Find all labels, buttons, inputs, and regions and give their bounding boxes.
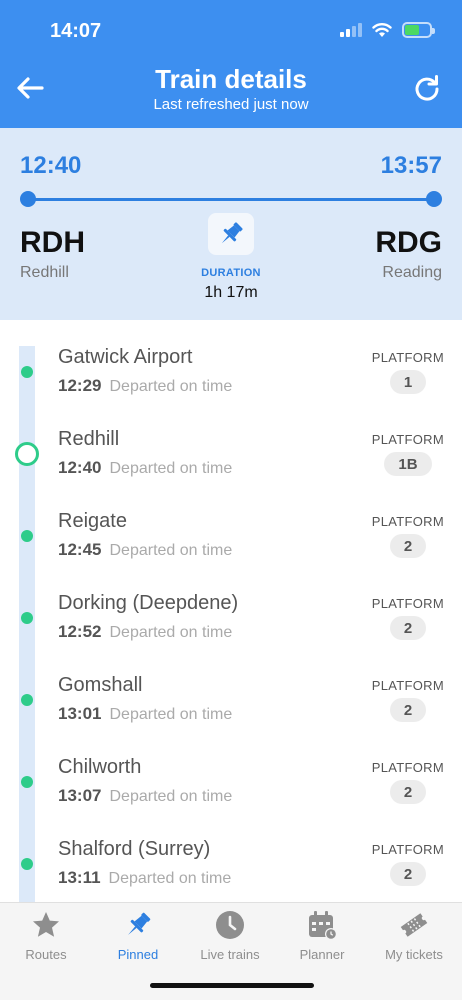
origin-code: RDH [20, 226, 85, 259]
pin-icon [128, 912, 151, 935]
stop-row[interactable]: Dorking (Deepdene) 12:52 Departed on time… [0, 566, 462, 648]
platform-badge: 1B [384, 452, 432, 476]
star-icon [33, 912, 59, 937]
platform-label: PLATFORM [371, 596, 444, 611]
stop-dot [21, 776, 33, 788]
departure-time: 12:40 [20, 152, 82, 179]
platform-label: PLATFORM [371, 760, 444, 775]
stop-row[interactable]: Shalford (Surrey) 13:11 Departed on time … [0, 812, 462, 894]
refresh-icon[interactable] [412, 74, 442, 104]
stop-name: Gomshall [58, 674, 143, 696]
stop-status: Departed on time [109, 788, 233, 805]
stop-name: Redhill [58, 428, 120, 450]
platform-label: PLATFORM [371, 350, 444, 365]
stop-row[interactable]: Chilworth 13:07 Departed on time PLATFORM… [0, 730, 462, 812]
tab-label: Live trains [200, 947, 260, 962]
current-stop-dot [15, 442, 39, 466]
tab-label: Planner [299, 947, 345, 962]
journey-summary: 12:40 13:57 RDH RDG Redhill Reading DURA… [0, 128, 462, 320]
platform-badge: 2 [390, 534, 426, 558]
stop-time-value: 12:29 [58, 376, 102, 395]
origin-dot [20, 191, 36, 207]
stops-list[interactable]: Gatwick Airport 12:29 Departed on time PL… [0, 320, 462, 902]
platform-label: PLATFORM [371, 678, 444, 693]
app-header: 14:07 Train details Last refreshed just … [0, 0, 462, 128]
stop-row[interactable]: Redhill 12:40 Departed on time PLATFORM 1… [0, 402, 462, 484]
stop-status: Departed on time [108, 870, 232, 887]
arrival-time: 13:57 [380, 152, 442, 179]
stop-dot [21, 366, 33, 378]
platform-badge: 2 [390, 698, 426, 722]
route-line [28, 198, 434, 201]
stop-name: Gatwick Airport [58, 346, 193, 368]
stop-name: Chilworth [58, 756, 142, 778]
stop-dot [21, 694, 33, 706]
wifi-icon [372, 23, 392, 37]
platform-badge: 2 [390, 616, 426, 640]
duration-label: DURATION [201, 267, 261, 279]
status-bar-time: 14:07 [50, 20, 102, 42]
tab-my-tickets[interactable]: My tickets [368, 909, 460, 969]
ticket-icon [400, 913, 428, 937]
platform-label: PLATFORM [371, 514, 444, 529]
stop-time-value: 13:01 [58, 704, 102, 723]
stop-time: 13:11 Departed on time [58, 868, 231, 888]
clock-icon [216, 911, 244, 939]
stop-time-value: 12:45 [58, 540, 102, 559]
tab-live-trains[interactable]: Live trains [184, 909, 276, 969]
stop-time-value: 12:40 [58, 458, 102, 477]
home-indicator [150, 983, 314, 988]
battery-icon [402, 22, 435, 38]
stop-time: 13:07 Departed on time [58, 786, 232, 806]
platform-label: PLATFORM [371, 432, 444, 447]
stop-status: Departed on time [109, 460, 233, 477]
stop-time-value: 13:11 [58, 868, 101, 887]
stop-status: Departed on time [109, 378, 233, 395]
tab-pinned[interactable]: Pinned [92, 909, 184, 969]
stop-row[interactable]: Gomshall 13:01 Departed on time PLATFORM … [0, 648, 462, 730]
stop-dot [21, 858, 33, 870]
tab-routes[interactable]: Routes [0, 909, 92, 969]
page-title: Train details [155, 64, 307, 94]
destination-code: RDG [375, 226, 442, 259]
duration-value: 1h 17m [204, 284, 258, 301]
stop-time: 12:52 Departed on time [58, 622, 232, 642]
pin-icon [221, 222, 243, 244]
platform-badge: 1 [390, 370, 426, 394]
stop-status: Departed on time [109, 624, 233, 641]
tab-label: Routes [25, 947, 67, 962]
tab-label: My tickets [385, 947, 443, 962]
stop-dot [21, 612, 33, 624]
platform-badge: 2 [390, 780, 426, 804]
stop-name: Dorking (Deepdene) [58, 592, 239, 614]
stop-name: Shalford (Surrey) [58, 838, 211, 860]
stop-time: 12:29 Departed on time [58, 376, 232, 396]
platform-badge: 2 [390, 862, 426, 886]
pin-button[interactable] [208, 213, 254, 255]
destination-dot [426, 191, 442, 207]
stop-time-value: 12:52 [58, 622, 102, 641]
calendar-icon [309, 911, 337, 940]
stop-name: Reigate [58, 510, 127, 532]
platform-label: PLATFORM [371, 842, 444, 857]
tab-label: Pinned [117, 947, 159, 962]
stop-time: 12:40 Departed on time [58, 458, 232, 478]
stop-time: 12:45 Departed on time [58, 540, 232, 560]
stop-time-value: 13:07 [58, 786, 102, 805]
cellular-signal-icon [340, 23, 362, 37]
stop-dot [21, 530, 33, 542]
stop-time: 13:01 Departed on time [58, 704, 232, 724]
stop-status: Departed on time [109, 542, 233, 559]
stop-row[interactable]: Reigate 12:45 Departed on time PLATFORM 2 [0, 484, 462, 566]
stop-status: Departed on time [109, 706, 233, 723]
last-refreshed-text: Last refreshed just now [153, 96, 309, 113]
stop-row[interactable]: Gatwick Airport 12:29 Departed on time PL… [0, 320, 462, 402]
status-bar-icons [340, 22, 435, 38]
tab-planner[interactable]: Planner [276, 909, 368, 969]
